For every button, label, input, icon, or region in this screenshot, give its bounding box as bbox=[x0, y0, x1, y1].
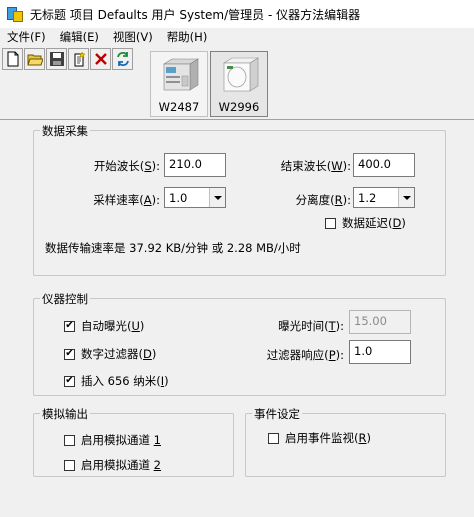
instrument-w2996[interactable]: W2996 bbox=[210, 51, 268, 117]
digital-filter-checkbox[interactable]: ✔ 数字过滤器(D) bbox=[64, 346, 156, 362]
auto-exposure-box[interactable]: ✔ bbox=[64, 320, 75, 332]
open-folder-icon bbox=[26, 54, 43, 66]
analog-output-title: 模拟输出 bbox=[40, 406, 90, 422]
window-title: 无标题 项目 Defaults 用户 System/管理员 - 仪器方法编辑器 bbox=[30, 7, 361, 22]
analog-channel-2-box[interactable] bbox=[64, 459, 75, 471]
chevron-down-icon[interactable] bbox=[209, 188, 225, 207]
save-icon bbox=[49, 52, 64, 66]
open-button[interactable] bbox=[24, 48, 45, 70]
end-wavelength-input[interactable]: 400.0 bbox=[353, 153, 415, 177]
save-button[interactable] bbox=[46, 48, 67, 70]
resolution-value: 1.2 bbox=[358, 191, 377, 205]
event-monitor-box[interactable] bbox=[268, 432, 279, 444]
analog-channel-2-checkbox[interactable]: 启用模拟通道 2 bbox=[64, 457, 161, 473]
menu-file[interactable]: 文件(F) bbox=[0, 29, 53, 45]
title-bar: 无标题 项目 Defaults 用户 System/管理员 - 仪器方法编辑器 bbox=[0, 0, 474, 28]
event-monitor-checkbox[interactable]: 启用事件监视(R) bbox=[268, 430, 371, 446]
auto-exposure-checkbox[interactable]: ✔ 自动曝光(U) bbox=[64, 318, 144, 334]
sampling-rate-value: 1.0 bbox=[169, 191, 188, 205]
refresh-button[interactable] bbox=[112, 48, 133, 70]
auto-exposure-label: 自动曝光(U) bbox=[81, 319, 145, 333]
analog-channel-1-checkbox[interactable]: 启用模拟通道 1 bbox=[64, 432, 161, 448]
data-delay-checkbox[interactable]: 数据延迟(D) bbox=[325, 215, 406, 231]
menu-view[interactable]: 视图(V) bbox=[106, 29, 160, 45]
refresh-icon bbox=[116, 52, 129, 66]
new-entry-button[interactable] bbox=[68, 48, 89, 70]
new-file-icon bbox=[7, 51, 18, 67]
event-settings-title: 事件设定 bbox=[252, 406, 302, 422]
interpolate-656-box[interactable]: ✔ bbox=[64, 375, 75, 387]
analog-channel-1-box[interactable] bbox=[64, 434, 75, 446]
instrument-w2487[interactable]: W2487 bbox=[150, 51, 208, 117]
sampling-rate-label: 采样速率(A): bbox=[93, 193, 160, 207]
chevron-down-icon[interactable] bbox=[398, 188, 414, 207]
app-icon bbox=[6, 5, 24, 23]
exposure-time-input: 15.00 bbox=[349, 310, 411, 334]
transfer-rate-text: 数据传输速率是 37.92 KB/分钟 或 2.28 MB/小时 bbox=[45, 241, 301, 255]
instrument-w2487-label: W2487 bbox=[158, 100, 200, 114]
filter-response-label: 过滤器响应(P): bbox=[266, 348, 344, 362]
pda-instrument-icon bbox=[222, 57, 260, 92]
instrument-w2996-label: W2996 bbox=[218, 100, 260, 114]
new-button[interactable] bbox=[2, 48, 23, 70]
analog-channel-1-label: 启用模拟通道 1 bbox=[81, 433, 161, 447]
detector-instrument-icon bbox=[162, 58, 200, 91]
separator bbox=[0, 119, 474, 120]
start-wavelength-input[interactable]: 210.0 bbox=[164, 153, 226, 177]
menu-help[interactable]: 帮助(H) bbox=[160, 29, 215, 45]
delete-button[interactable] bbox=[90, 48, 111, 70]
delete-icon bbox=[94, 53, 107, 65]
interpolate-656-checkbox[interactable]: ✔ 插入 656 纳米(I) bbox=[64, 373, 169, 389]
start-wavelength-label: 开始波长(S): bbox=[93, 159, 160, 173]
interpolate-656-label: 插入 656 纳米(I) bbox=[81, 374, 169, 388]
instrument-control-title: 仪器控制 bbox=[40, 291, 90, 307]
instrument-panel: W2487 W2996 bbox=[150, 51, 270, 117]
menu-bar: 文件(F) 编辑(E) 视图(V) 帮助(H) bbox=[0, 28, 474, 46]
data-delay-label: 数据延迟(D) bbox=[342, 216, 406, 230]
filter-response-input[interactable]: 1.0 bbox=[349, 340, 411, 364]
analog-channel-2-label: 启用模拟通道 2 bbox=[81, 458, 161, 472]
data-acquisition-title: 数据采集 bbox=[40, 123, 90, 139]
new-entry-icon bbox=[74, 51, 86, 67]
method-editor-panel: 数据采集 开始波长(S): 210.0 结束波长(W): 400.0 采样速率(… bbox=[0, 121, 474, 517]
event-monitor-label: 启用事件监视(R) bbox=[285, 431, 371, 445]
data-delay-box[interactable] bbox=[325, 217, 336, 229]
resolution-select[interactable]: 1.2 bbox=[353, 187, 415, 208]
resolution-label: 分离度(R): bbox=[295, 193, 351, 207]
digital-filter-label: 数字过滤器(D) bbox=[81, 347, 157, 361]
toolbar bbox=[2, 48, 133, 70]
exposure-time-label: 曝光时间(T): bbox=[278, 319, 344, 333]
sampling-rate-select[interactable]: 1.0 bbox=[164, 187, 226, 208]
menu-edit[interactable]: 编辑(E) bbox=[53, 29, 106, 45]
digital-filter-box[interactable]: ✔ bbox=[64, 348, 75, 360]
end-wavelength-label: 结束波长(W): bbox=[280, 159, 351, 173]
